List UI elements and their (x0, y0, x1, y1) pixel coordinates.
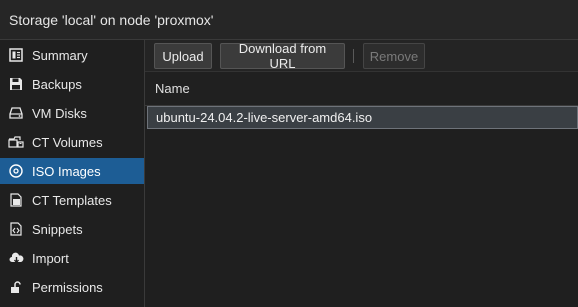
sidebar-item-snippets[interactable]: Snippets (0, 216, 144, 242)
storage-window: Storage 'local' on node 'proxmox' Summar… (0, 0, 578, 307)
sidebar-item-label: Summary (32, 47, 88, 63)
sidebar-item-summary[interactable]: Summary (0, 42, 144, 68)
template-icon (8, 192, 24, 208)
sidebar-item-label: CT Volumes (32, 134, 103, 150)
floppy-icon (8, 76, 24, 92)
file-code-icon (8, 221, 24, 237)
sidebar-item-label: Backups (32, 76, 82, 92)
sidebar-item-vm-disks[interactable]: VM Disks (0, 100, 144, 126)
disc-icon (8, 163, 24, 179)
sidebar-item-permissions[interactable]: Permissions (0, 274, 144, 300)
toolbar-separator (353, 49, 354, 63)
hard-drive-icon (8, 105, 24, 121)
cloud-download-icon (8, 250, 24, 266)
sidebar-item-ct-volumes[interactable]: CT Volumes (0, 129, 144, 155)
sidebar-item-iso-images[interactable]: ISO Images (0, 158, 144, 184)
summary-icon (8, 47, 24, 63)
content-panel: Upload Download from URL Remove Name ubu… (145, 40, 578, 307)
upload-button[interactable]: Upload (154, 43, 212, 69)
grid-column-header-name[interactable]: Name (145, 72, 578, 106)
sidebar-item-label: Snippets (32, 221, 83, 237)
sidebar-item-label: VM Disks (32, 105, 87, 121)
sidebar-item-import[interactable]: Import (0, 245, 144, 271)
sidebar-item-label: ISO Images (32, 163, 101, 179)
sidebar: Summary Backups VM Disks CT Volumes ISO … (0, 40, 145, 307)
window-title: Storage 'local' on node 'proxmox' (0, 0, 578, 40)
table-row[interactable]: ubuntu-24.04.2-live-server-amd64.iso (147, 106, 578, 129)
iso-file-name: ubuntu-24.04.2-live-server-amd64.iso (156, 110, 373, 125)
unlock-icon (8, 279, 24, 295)
remove-button[interactable]: Remove (363, 43, 425, 69)
sidebar-item-label: CT Templates (32, 192, 112, 208)
column-header-label: Name (155, 81, 190, 96)
window-title-text: Storage 'local' on node 'proxmox' (9, 11, 214, 28)
sidebar-item-ct-templates[interactable]: CT Templates (0, 187, 144, 213)
sidebar-item-backups[interactable]: Backups (0, 71, 144, 97)
sidebar-item-label: Import (32, 250, 69, 266)
download-from-url-button[interactable]: Download from URL (220, 41, 345, 71)
ct-volume-icon (8, 134, 24, 150)
sidebar-item-label: Permissions (32, 279, 103, 295)
toolbar: Upload Download from URL Remove (145, 40, 578, 72)
